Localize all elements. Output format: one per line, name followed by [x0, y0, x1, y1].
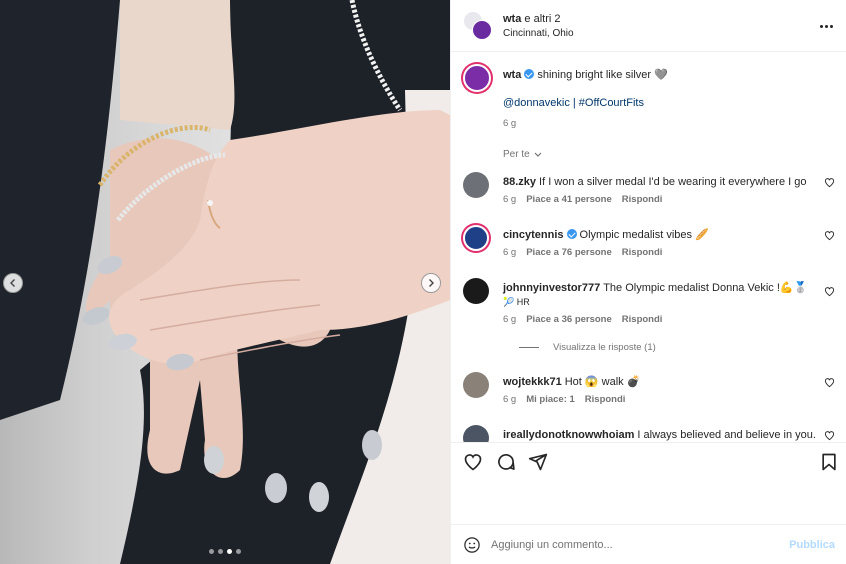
comment-likes[interactable]: Piace a 41 persone	[526, 194, 612, 205]
emoji-icon[interactable]	[463, 536, 481, 554]
save-button[interactable]	[819, 452, 839, 472]
comment-text: Hot 😱 walk 💣	[564, 376, 641, 388]
reply-button[interactable]: Rispondi	[622, 194, 663, 205]
comment-username[interactable]: 88.zky	[503, 176, 536, 188]
comment-text: The Olympic medalist Donna Vekic !💪🥈	[603, 282, 808, 294]
publish-button[interactable]: Pubblica	[789, 539, 835, 551]
avatar[interactable]	[463, 172, 489, 198]
chevron-left-icon	[10, 279, 15, 287]
caption-tags[interactable]: @donnavekic | #OffCourtFits	[503, 97, 833, 109]
view-replies-button[interactable]: Visualizza le risposte (1)	[519, 342, 656, 353]
like-button[interactable]	[463, 452, 483, 472]
like-comment-heart-icon[interactable]	[824, 377, 835, 388]
comment-item: cincytennis Olympic medalist vibes 🥖 6 g …	[463, 225, 841, 265]
carousel-dot	[218, 549, 223, 554]
carousel-dot	[209, 549, 214, 554]
comment-item: wojtekkk71 Hot 😱 walk 💣 6 g Mi piace: 1 R…	[463, 372, 841, 412]
post-location[interactable]: Cincinnati, Ohio	[503, 28, 574, 39]
filter-label: Per te	[503, 149, 530, 160]
comment-likes[interactable]: Mi piace: 1	[526, 394, 575, 405]
carousel-next-button[interactable]	[421, 273, 441, 293]
verified-badge-icon	[524, 69, 535, 79]
author-username[interactable]: wta	[503, 13, 521, 25]
comment-input[interactable]	[491, 538, 790, 551]
carousel-dot	[236, 549, 241, 554]
reply-button[interactable]: Rispondi	[585, 394, 626, 405]
avatar[interactable]	[463, 372, 489, 398]
comment-time: 6 g	[503, 194, 517, 205]
photo-illustration	[0, 0, 450, 564]
post-header: wta e altri 2 Cincinnati, Ohio	[451, 0, 846, 52]
avatar[interactable]	[463, 278, 489, 304]
comment-text: Olympic medalist vibes 🥖	[579, 229, 709, 241]
carousel-dot-active	[227, 549, 232, 554]
collab-avatars[interactable]	[463, 10, 493, 41]
comment-likes[interactable]: Piace a 76 persone	[526, 247, 612, 258]
chevron-right-icon	[429, 279, 434, 287]
view-replies-label: Visualizza le risposte (1)	[553, 342, 656, 353]
carousel-prev-button[interactable]	[3, 273, 23, 293]
comment-item: johnnyinvestor777 The Olympic medalist Do…	[463, 278, 841, 358]
post-side-panel: wta e altri 2 Cincinnati, Ohio wta shinin…	[450, 0, 846, 564]
comment-button[interactable]	[496, 452, 516, 472]
post-actions-bar	[451, 448, 846, 478]
send-icon	[528, 453, 548, 471]
avatar	[472, 19, 492, 40]
avatar[interactable]	[463, 425, 489, 442]
carousel-indicator	[0, 549, 450, 554]
chevron-down-icon	[534, 152, 542, 157]
more-horizontal-icon[interactable]	[820, 20, 834, 32]
caption-time: 6 g	[503, 118, 517, 129]
comments-feed[interactable]: wta shining bright like silver 🩶 @donnave…	[451, 52, 846, 442]
comment-time: 6 g	[503, 314, 517, 325]
author-others[interactable]: e altri 2	[524, 13, 560, 25]
like-comment-heart-icon[interactable]	[824, 230, 835, 241]
comment-username[interactable]: ireallydonotknowwhoiam	[503, 429, 634, 441]
caption-username[interactable]: wta	[503, 69, 521, 81]
comment-username[interactable]: cincytennis	[503, 229, 564, 241]
comment-filter-dropdown[interactable]: Per te	[503, 149, 542, 160]
caption-text: shining bright like silver 🩶	[537, 69, 668, 81]
comment-text-cont: 🎾 HR	[503, 297, 530, 307]
comment-icon	[498, 453, 515, 470]
post-authors[interactable]: wta e altri 2	[503, 13, 574, 25]
comment-text: I always believed and believe in you.	[637, 429, 816, 441]
like-comment-heart-icon[interactable]	[824, 286, 835, 297]
like-comment-heart-icon[interactable]	[824, 430, 835, 441]
reply-button[interactable]: Rispondi	[622, 314, 663, 325]
reply-button[interactable]: Rispondi	[622, 247, 663, 258]
comment-time: 6 g	[503, 247, 517, 258]
avatar[interactable]	[463, 225, 489, 251]
post-photo[interactable]	[0, 0, 450, 564]
comment-likes[interactable]: Piace a 36 persone	[526, 314, 612, 325]
avatar[interactable]	[463, 64, 491, 92]
verified-badge-icon	[566, 229, 577, 239]
bookmark-icon	[822, 453, 836, 471]
share-button[interactable]	[528, 452, 548, 472]
comment-item: 88.zky If I won a silver medal I'd be wea…	[463, 172, 841, 212]
comment-item: ireallydonotknowwhoiam I always believed …	[463, 425, 841, 442]
comment-text: If I won a silver medal I'd be wearing i…	[539, 176, 807, 188]
comment-composer: Pubblica	[451, 524, 846, 564]
comment-time: 6 g	[503, 394, 517, 405]
comment-username[interactable]: johnnyinvestor777	[503, 282, 600, 294]
like-comment-heart-icon[interactable]	[824, 177, 835, 188]
comment-username[interactable]: wojtekkk71	[503, 376, 562, 388]
heart-icon	[464, 454, 482, 471]
